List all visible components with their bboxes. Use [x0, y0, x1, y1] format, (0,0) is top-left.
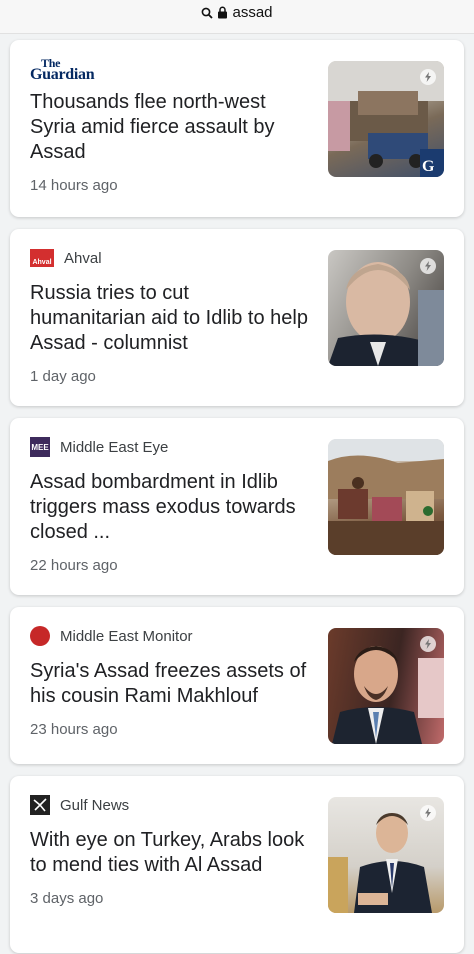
source-name: Gulf News	[60, 796, 130, 814]
news-card[interactable]: MEE Middle East Eye Assad bombardment in…	[10, 418, 464, 595]
news-feed: The Guardian Thousands flee north-west S…	[0, 34, 474, 953]
news-card[interactable]: Middle East Monitor Syria's Assad freeze…	[10, 607, 464, 764]
url-display[interactable]: assad	[201, 4, 273, 21]
timestamp: 1 day ago	[30, 368, 96, 385]
timestamp: 23 hours ago	[30, 721, 118, 738]
article-thumbnail[interactable]	[328, 439, 444, 555]
gulf-news-logo	[30, 795, 50, 815]
timestamp: 3 days ago	[30, 890, 104, 907]
source-name: Middle East Monitor	[60, 627, 193, 645]
news-card[interactable]: The Guardian Thousands flee north-west S…	[10, 40, 464, 217]
guardian-logo: The Guardian	[30, 56, 95, 83]
news-card[interactable]: Ahval Ahval Russia tries to cut humanita…	[10, 229, 464, 406]
headline[interactable]: Syria's Assad freezes assets of his cous…	[30, 659, 310, 709]
news-source: The Guardian	[30, 56, 310, 83]
guardian-watermark: G	[422, 158, 435, 175]
article-thumbnail[interactable]	[328, 628, 444, 744]
search-icon	[201, 7, 214, 19]
headline[interactable]: Assad bombardment in Idlib triggers mass…	[30, 470, 310, 545]
thumbnail-image	[328, 439, 444, 555]
amp-lightning-icon	[420, 69, 436, 85]
middle-east-monitor-logo	[30, 626, 50, 646]
url-text: assad	[232, 4, 273, 21]
news-card[interactable]: Gulf News With eye on Turkey, Arabs look…	[10, 776, 464, 953]
article-thumbnail[interactable]	[328, 797, 444, 913]
headline[interactable]: Russia tries to cut humanitarian aid to …	[30, 281, 310, 356]
news-source: Ahval Ahval	[30, 247, 310, 269]
article-thumbnail[interactable]	[328, 250, 444, 366]
amp-lightning-icon	[420, 258, 436, 274]
browser-address-bar[interactable]: assad	[0, 0, 474, 34]
headline[interactable]: With eye on Turkey, Arabs look to mend t…	[30, 828, 310, 878]
middle-east-eye-logo: MEE	[30, 437, 50, 457]
ahval-logo: Ahval	[30, 249, 54, 267]
headline[interactable]: Thousands flee north-west Syria amid fie…	[30, 90, 310, 165]
source-name: Middle East Eye	[60, 438, 169, 456]
source-name: Ahval	[64, 249, 102, 267]
amp-lightning-icon	[420, 805, 436, 821]
news-source: MEE Middle East Eye	[30, 436, 310, 458]
news-source: Gulf News	[30, 794, 310, 816]
lock-icon	[217, 6, 228, 19]
timestamp: 22 hours ago	[30, 557, 118, 574]
amp-lightning-icon	[420, 636, 436, 652]
news-source: Middle East Monitor	[30, 625, 310, 647]
article-thumbnail[interactable]: G	[328, 61, 444, 177]
timestamp: 14 hours ago	[30, 177, 118, 194]
